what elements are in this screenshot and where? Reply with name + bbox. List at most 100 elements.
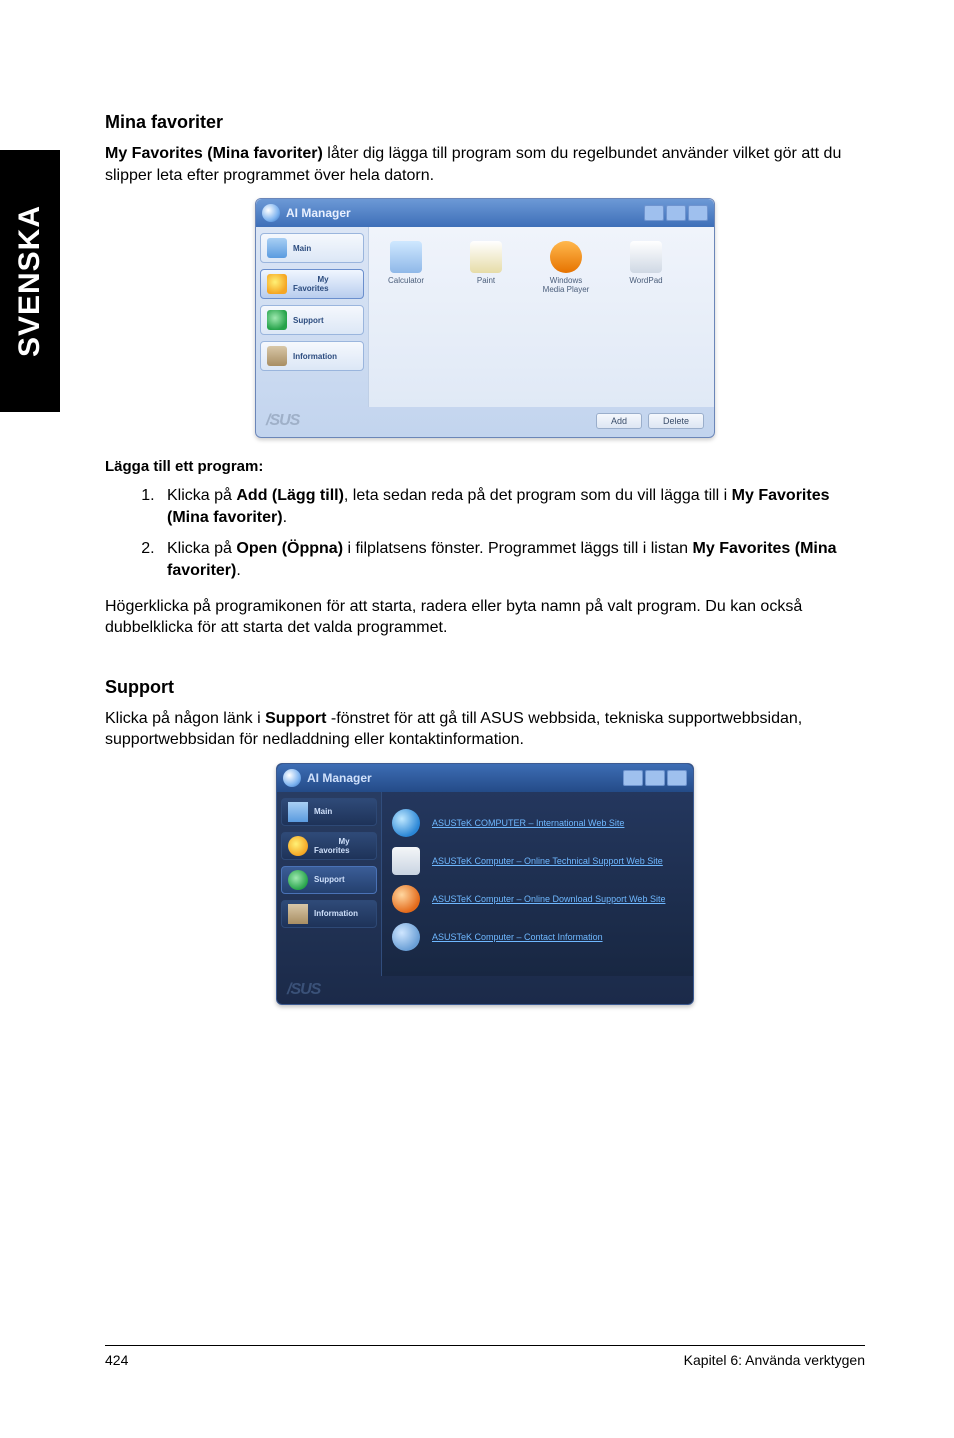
- win2-title: AI Manager: [307, 771, 372, 785]
- step-bold: Open (Öppna): [236, 540, 343, 557]
- information-icon: [288, 904, 308, 924]
- step-text: Klicka på: [167, 487, 236, 504]
- chapter-label: Kapitel 6: Använda verktygen: [684, 1352, 865, 1368]
- wordpad-icon: [630, 241, 662, 273]
- win1-title: AI Manager: [286, 206, 351, 220]
- download-icon: [392, 885, 420, 913]
- win1-footer: /SUS Add Delete: [256, 405, 714, 437]
- steps-list: Klicka på Add (Lägg till), leta sedan re…: [105, 485, 865, 581]
- info-icon: [392, 923, 420, 951]
- win2-main-area: ASUSTeK COMPUTER – International Web Sit…: [381, 792, 693, 976]
- main-icon: [288, 802, 308, 822]
- language-tab-label: SVENSKA: [13, 205, 47, 357]
- sidebar-item-main[interactable]: Main: [281, 798, 377, 826]
- win1-main-area: Calculator Paint Windows Media Player: [368, 227, 714, 407]
- paint-icon: [470, 241, 502, 273]
- media-player-icon: [550, 241, 582, 273]
- page-icon: [392, 847, 420, 875]
- step-text: Klicka på: [167, 540, 236, 557]
- app-label: Windows Media Player: [543, 277, 590, 295]
- sidebar-item-information[interactable]: Information: [260, 341, 364, 371]
- sidebar-item-label: Support: [314, 875, 345, 884]
- step-text: .: [236, 562, 240, 579]
- favorites-heading: Mina favoriter: [105, 112, 865, 133]
- win2-sidebar: Main My Favorites Support Informati: [277, 792, 381, 976]
- support-link-technical[interactable]: ASUSTeK Computer – Online Technical Supp…: [432, 856, 663, 867]
- app-label: WordPad: [629, 277, 662, 286]
- page-content: Mina favoriter My Favorites (Mina favori…: [105, 112, 865, 1025]
- step-bold: Add (Lägg till): [236, 487, 344, 504]
- close-icon[interactable]: [667, 770, 687, 786]
- main-icon: [267, 238, 287, 258]
- screenshot-favorites-wrap: AI Manager Main: [105, 198, 865, 438]
- calculator-icon: [390, 241, 422, 273]
- favorites-intro-bold: My Favorites (Mina favoriter): [105, 145, 323, 162]
- information-icon: [267, 346, 287, 366]
- app-label: Calculator: [388, 277, 424, 286]
- support-link-contact[interactable]: ASUSTeK Computer – Contact Information: [432, 932, 603, 943]
- app-label: Paint: [477, 277, 495, 286]
- win2-footer: /SUS: [277, 976, 693, 1004]
- globe-icon: [392, 809, 420, 837]
- sidebar-item-label: My Favorites: [314, 837, 350, 855]
- steps-heading: Lägga till ett program:: [105, 458, 865, 475]
- sidebar-item-label: My Favorites: [293, 275, 329, 293]
- maximize-icon[interactable]: [666, 205, 686, 221]
- app-logo-icon: [262, 204, 280, 222]
- maximize-icon[interactable]: [645, 770, 665, 786]
- sidebar-item-label: Main: [314, 807, 332, 816]
- sidebar-item-label: Main: [293, 244, 311, 253]
- ai-manager-window-favorites: AI Manager Main: [255, 198, 715, 438]
- delete-button[interactable]: Delete: [648, 413, 704, 429]
- minimize-icon[interactable]: [623, 770, 643, 786]
- page-number: 424: [105, 1352, 128, 1368]
- step-1: Klicka på Add (Lägg till), leta sedan re…: [159, 485, 865, 528]
- step-text: , leta sedan reda på det program som du …: [344, 487, 732, 504]
- sidebar-item-information[interactable]: Information: [281, 900, 377, 928]
- sidebar-item-label: Support: [293, 316, 324, 325]
- language-tab: SVENSKA: [0, 150, 60, 412]
- step-text: i filplatsens fönster. Programmet läggs …: [343, 540, 692, 557]
- app-paint[interactable]: Paint: [459, 241, 513, 295]
- support-heading: Support: [105, 677, 865, 698]
- ai-manager-window-support: AI Manager Main: [276, 763, 694, 1005]
- win1-sidebar: Main My Favorites Support Informati: [256, 227, 368, 407]
- support-intro: Klicka på någon länk i Support -fönstret…: [105, 708, 865, 751]
- favorites-icon: [267, 274, 287, 294]
- favorites-icon-row: Calculator Paint Windows Media Player: [379, 241, 704, 295]
- support-intro-text: Klicka på någon länk i: [105, 710, 265, 727]
- support-intro-bold: Support: [265, 710, 326, 727]
- app-calculator[interactable]: Calculator: [379, 241, 433, 295]
- page-footer: 424 Kapitel 6: Använda verktygen: [105, 1345, 865, 1368]
- screenshot-support-wrap: AI Manager Main: [105, 763, 865, 1005]
- support-icon: [288, 870, 308, 890]
- sidebar-item-support[interactable]: Support: [260, 305, 364, 335]
- asus-logo: /SUS: [287, 981, 320, 999]
- win2-titlebar: AI Manager: [277, 764, 693, 792]
- support-link-row: ASUSTeK COMPUTER – International Web Sit…: [392, 804, 683, 842]
- sidebar-item-favorites[interactable]: My Favorites: [260, 269, 364, 299]
- app-wordpad[interactable]: WordPad: [619, 241, 673, 295]
- sidebar-item-favorites[interactable]: My Favorites: [281, 832, 377, 860]
- support-link-row: ASUSTeK Computer – Online Technical Supp…: [392, 842, 683, 880]
- support-link-row: ASUSTeK Computer – Online Download Suppo…: [392, 880, 683, 918]
- sidebar-item-support[interactable]: Support: [281, 866, 377, 894]
- window-controls: [623, 770, 687, 786]
- sidebar-item-label: Information: [314, 909, 358, 918]
- support-link-international[interactable]: ASUSTeK COMPUTER – International Web Sit…: [432, 818, 624, 829]
- add-button[interactable]: Add: [596, 413, 642, 429]
- close-icon[interactable]: [688, 205, 708, 221]
- asus-logo: /SUS: [266, 412, 299, 430]
- support-icon: [267, 310, 287, 330]
- minimize-icon[interactable]: [644, 205, 664, 221]
- support-link-row: ASUSTeK Computer – Contact Information: [392, 918, 683, 956]
- step-text: .: [283, 509, 287, 526]
- sidebar-item-label: Information: [293, 352, 337, 361]
- support-link-download[interactable]: ASUSTeK Computer – Online Download Suppo…: [432, 894, 665, 905]
- context-paragraph: Högerklicka på programikonen för att sta…: [105, 596, 865, 639]
- favorites-intro: My Favorites (Mina favoriter) låter dig …: [105, 143, 865, 186]
- app-windows-media-player[interactable]: Windows Media Player: [539, 241, 593, 295]
- win1-titlebar: AI Manager: [256, 199, 714, 227]
- favorites-icon: [288, 836, 308, 856]
- sidebar-item-main[interactable]: Main: [260, 233, 364, 263]
